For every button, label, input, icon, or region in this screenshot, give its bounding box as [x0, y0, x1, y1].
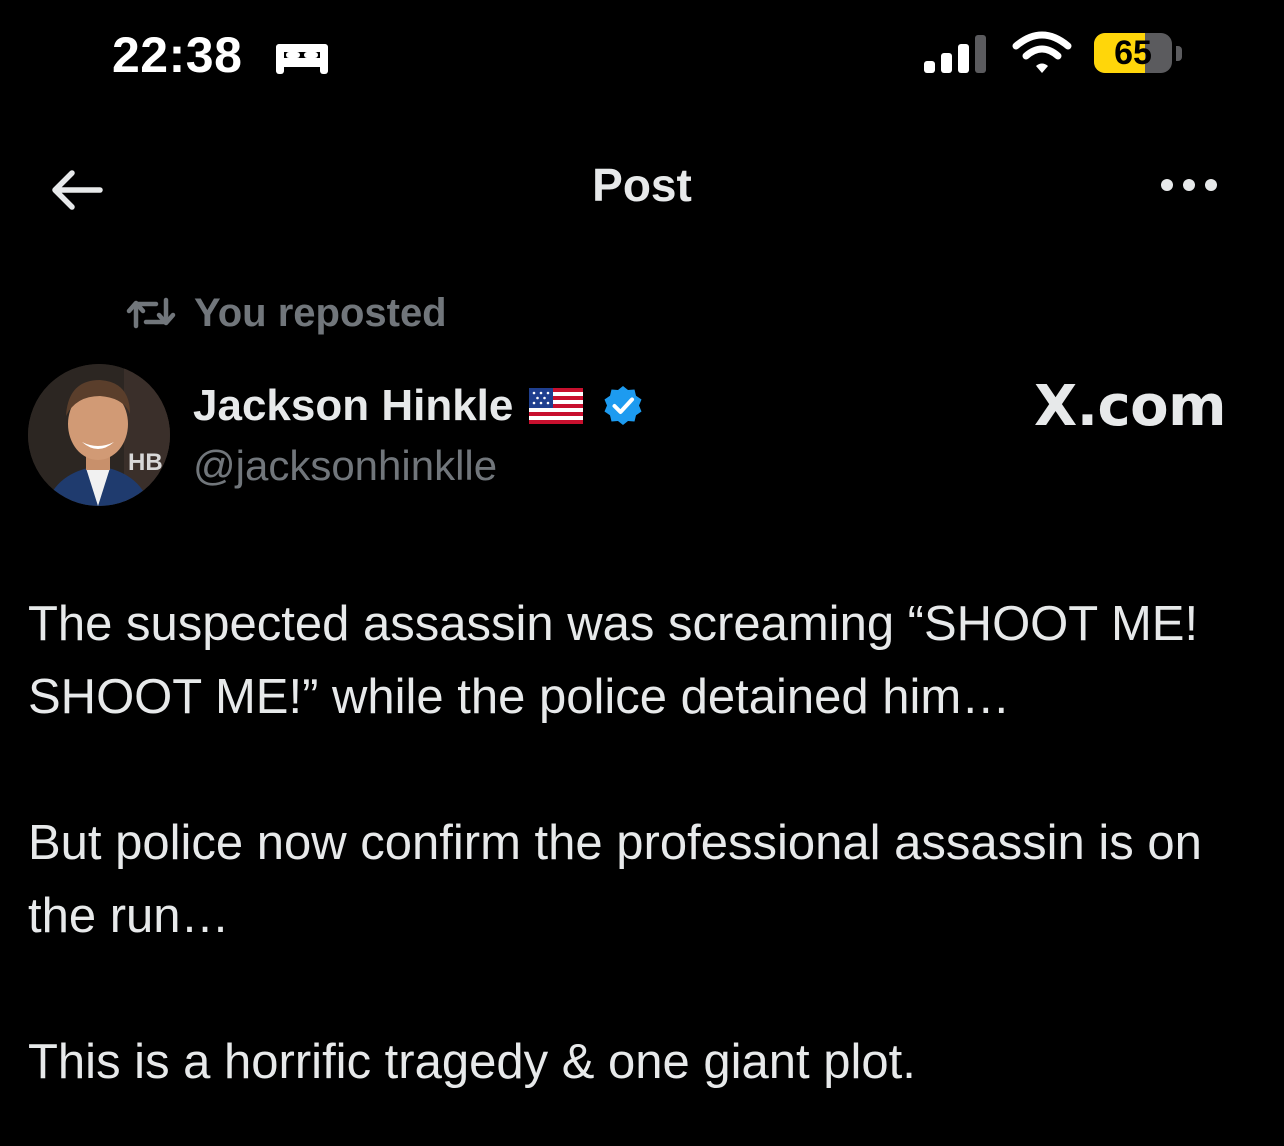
post-text: The suspected assassin was screaming “SH…: [28, 588, 1238, 1146]
more-dots-icon: [1161, 179, 1217, 191]
post-paragraph: This is a horrific tragedy & one giant p…: [28, 1035, 916, 1089]
battery-tip: [1176, 46, 1182, 61]
us-flag-icon: [529, 388, 584, 424]
repost-icon: [126, 297, 176, 329]
avatar-photo: HB: [28, 364, 170, 506]
avatar[interactable]: HB: [28, 364, 170, 506]
repost-context[interactable]: You reposted: [126, 288, 447, 338]
post-paragraph: The suspected assassin was screaming “SH…: [28, 597, 1199, 724]
battery-level: 65: [1114, 34, 1152, 72]
author-name-row[interactable]: Jackson Hinkle: [193, 378, 645, 434]
verified-badge-icon: [604, 386, 642, 425]
cellular-signal-icon: [924, 35, 986, 73]
repost-label: You reposted: [194, 290, 447, 335]
status-time: 22:38: [112, 27, 243, 83]
page-title: Post: [592, 159, 692, 211]
bed-icon: [276, 44, 328, 74]
more-options-button[interactable]: [1150, 160, 1228, 210]
wifi-icon: [1012, 31, 1072, 73]
avatar-backdrop-text: HB: [128, 449, 163, 476]
post-paragraph: But police now confirm the professional …: [28, 816, 1202, 943]
post-screen: 22:38 65 Post You reposted HB Jackson Hi…: [0, 0, 1284, 1146]
watermark: X.com: [1034, 374, 1226, 439]
author-name: Jackson Hinkle: [193, 381, 514, 430]
battery-indicator: 65: [1094, 33, 1172, 73]
author-handle[interactable]: @jacksonhinklle: [193, 442, 497, 490]
